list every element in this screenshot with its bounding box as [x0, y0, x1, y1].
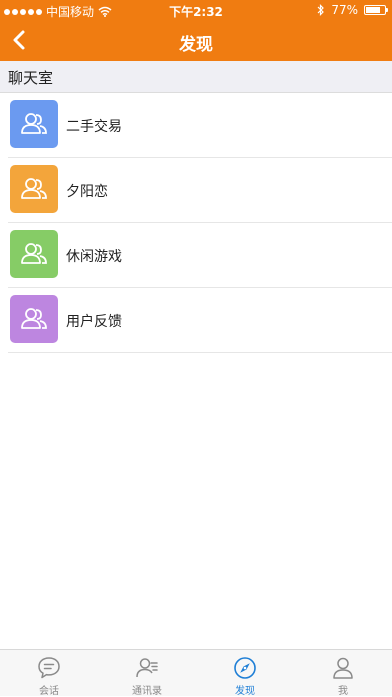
tab-conversations[interactable]: 会话	[0, 650, 98, 697]
chat-room-label: 夕阳恋	[66, 184, 108, 200]
navigation-bar: 发现	[0, 20, 392, 61]
chat-room-list: 二手交易 夕阳恋 休闲游戏 用户反馈	[0, 93, 392, 353]
group-icon	[10, 100, 58, 148]
status-right: 77%	[317, 3, 388, 17]
tab-label: 发现	[235, 686, 255, 697]
section-header: 聊天室	[0, 61, 392, 93]
section-title: 聊天室	[8, 69, 54, 87]
chat-room-label: 二手交易	[66, 119, 122, 135]
chat-room-label: 休闲游戏	[66, 249, 122, 265]
chat-room-item[interactable]: 二手交易	[8, 93, 392, 158]
tab-contacts[interactable]: 通讯录	[98, 650, 196, 697]
chat-bubble-icon	[38, 657, 60, 679]
contacts-icon	[136, 658, 158, 678]
tab-bar: 会话 通讯录 发现 我	[0, 649, 392, 697]
tab-discover[interactable]: 发现	[196, 650, 294, 697]
bluetooth-icon	[317, 4, 325, 16]
battery-level-fill	[366, 7, 380, 13]
tab-label: 会话	[39, 686, 59, 697]
tab-label: 我	[338, 686, 348, 697]
battery-percent: 77%	[331, 3, 358, 17]
chat-room-item[interactable]: 休闲游戏	[8, 223, 392, 288]
chat-room-item[interactable]: 夕阳恋	[8, 158, 392, 223]
group-icon	[10, 295, 58, 343]
chat-room-label: 用户反馈	[66, 314, 122, 330]
chat-room-item[interactable]: 用户反馈	[8, 288, 392, 353]
group-icon	[10, 230, 58, 278]
battery-icon	[364, 5, 388, 15]
status-bar: 中国移动 下午2:32 77%	[0, 0, 392, 20]
tab-label: 通讯录	[132, 686, 162, 697]
compass-icon	[234, 657, 256, 679]
tab-me[interactable]: 我	[294, 650, 392, 697]
group-icon	[10, 165, 58, 213]
page-title: 发现	[179, 35, 213, 55]
person-icon	[333, 657, 353, 679]
